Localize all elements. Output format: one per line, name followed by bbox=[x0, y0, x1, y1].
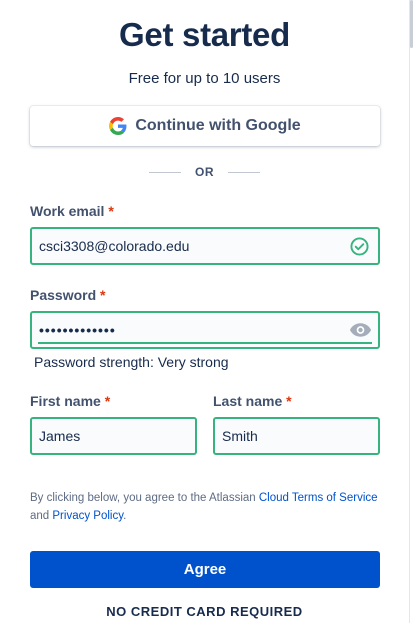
or-divider: OR bbox=[0, 165, 409, 179]
password-field[interactable]: ••••••••••••• bbox=[30, 311, 380, 349]
last-name-required-mark: * bbox=[286, 393, 292, 409]
email-label: Work email * bbox=[30, 203, 114, 219]
last-name-value: Smith bbox=[222, 428, 258, 444]
password-required-mark: * bbox=[100, 287, 106, 303]
google-button-label: Continue with Google bbox=[135, 117, 301, 134]
or-text: OR bbox=[195, 165, 214, 179]
page-subtitle: Free for up to 10 users bbox=[128, 70, 281, 87]
last-name-field[interactable]: Smith bbox=[213, 417, 380, 455]
eye-icon[interactable] bbox=[349, 322, 372, 338]
check-circle-icon bbox=[350, 237, 369, 256]
email-field[interactable]: csci3308@colorado.edu bbox=[30, 227, 380, 265]
terms-text: By clicking below, you agree to the Atla… bbox=[30, 489, 380, 525]
scrollbar-thumb[interactable] bbox=[410, 0, 413, 48]
no-credit-card-note: NO CREDIT CARD REQUIRED bbox=[106, 604, 303, 619]
password-label-text: Password bbox=[30, 287, 97, 303]
terms-and: and bbox=[30, 510, 53, 522]
divider-line-left bbox=[149, 171, 181, 173]
email-label-text: Work email bbox=[30, 203, 105, 219]
email-value: csci3308@colorado.edu bbox=[39, 238, 190, 254]
divider-line-right bbox=[228, 171, 260, 173]
first-name-required-mark: * bbox=[104, 393, 111, 409]
right-frame-edge bbox=[409, 0, 414, 623]
agree-button-label: Agree bbox=[183, 561, 227, 578]
terms-suffix: . bbox=[123, 510, 127, 522]
cloud-terms-link[interactable]: Cloud Terms of Service bbox=[259, 492, 378, 504]
password-focus-underline bbox=[38, 342, 372, 344]
agree-button[interactable]: Agree bbox=[30, 551, 380, 588]
password-strength-text: Password strength: Very strong bbox=[34, 354, 229, 370]
last-name-label-text: Last name bbox=[213, 393, 283, 409]
privacy-policy-link[interactable]: Privacy Policy bbox=[52, 510, 123, 522]
first-name-field[interactable]: James bbox=[30, 417, 197, 455]
password-value: ••••••••••••• bbox=[39, 322, 116, 338]
password-label: Password * bbox=[30, 287, 105, 303]
page-title: Get started bbox=[119, 16, 290, 53]
google-g-icon bbox=[109, 117, 127, 135]
last-name-label: Last name * bbox=[213, 393, 292, 409]
email-required-mark: * bbox=[108, 203, 114, 219]
terms-prefix: By clicking below, you agree to the Atla… bbox=[30, 492, 259, 504]
first-name-label: First name * bbox=[30, 393, 110, 409]
continue-with-google-button[interactable]: Continue with Google bbox=[30, 106, 380, 146]
first-name-label-text: First name bbox=[30, 393, 101, 409]
first-name-value: James bbox=[39, 428, 81, 444]
